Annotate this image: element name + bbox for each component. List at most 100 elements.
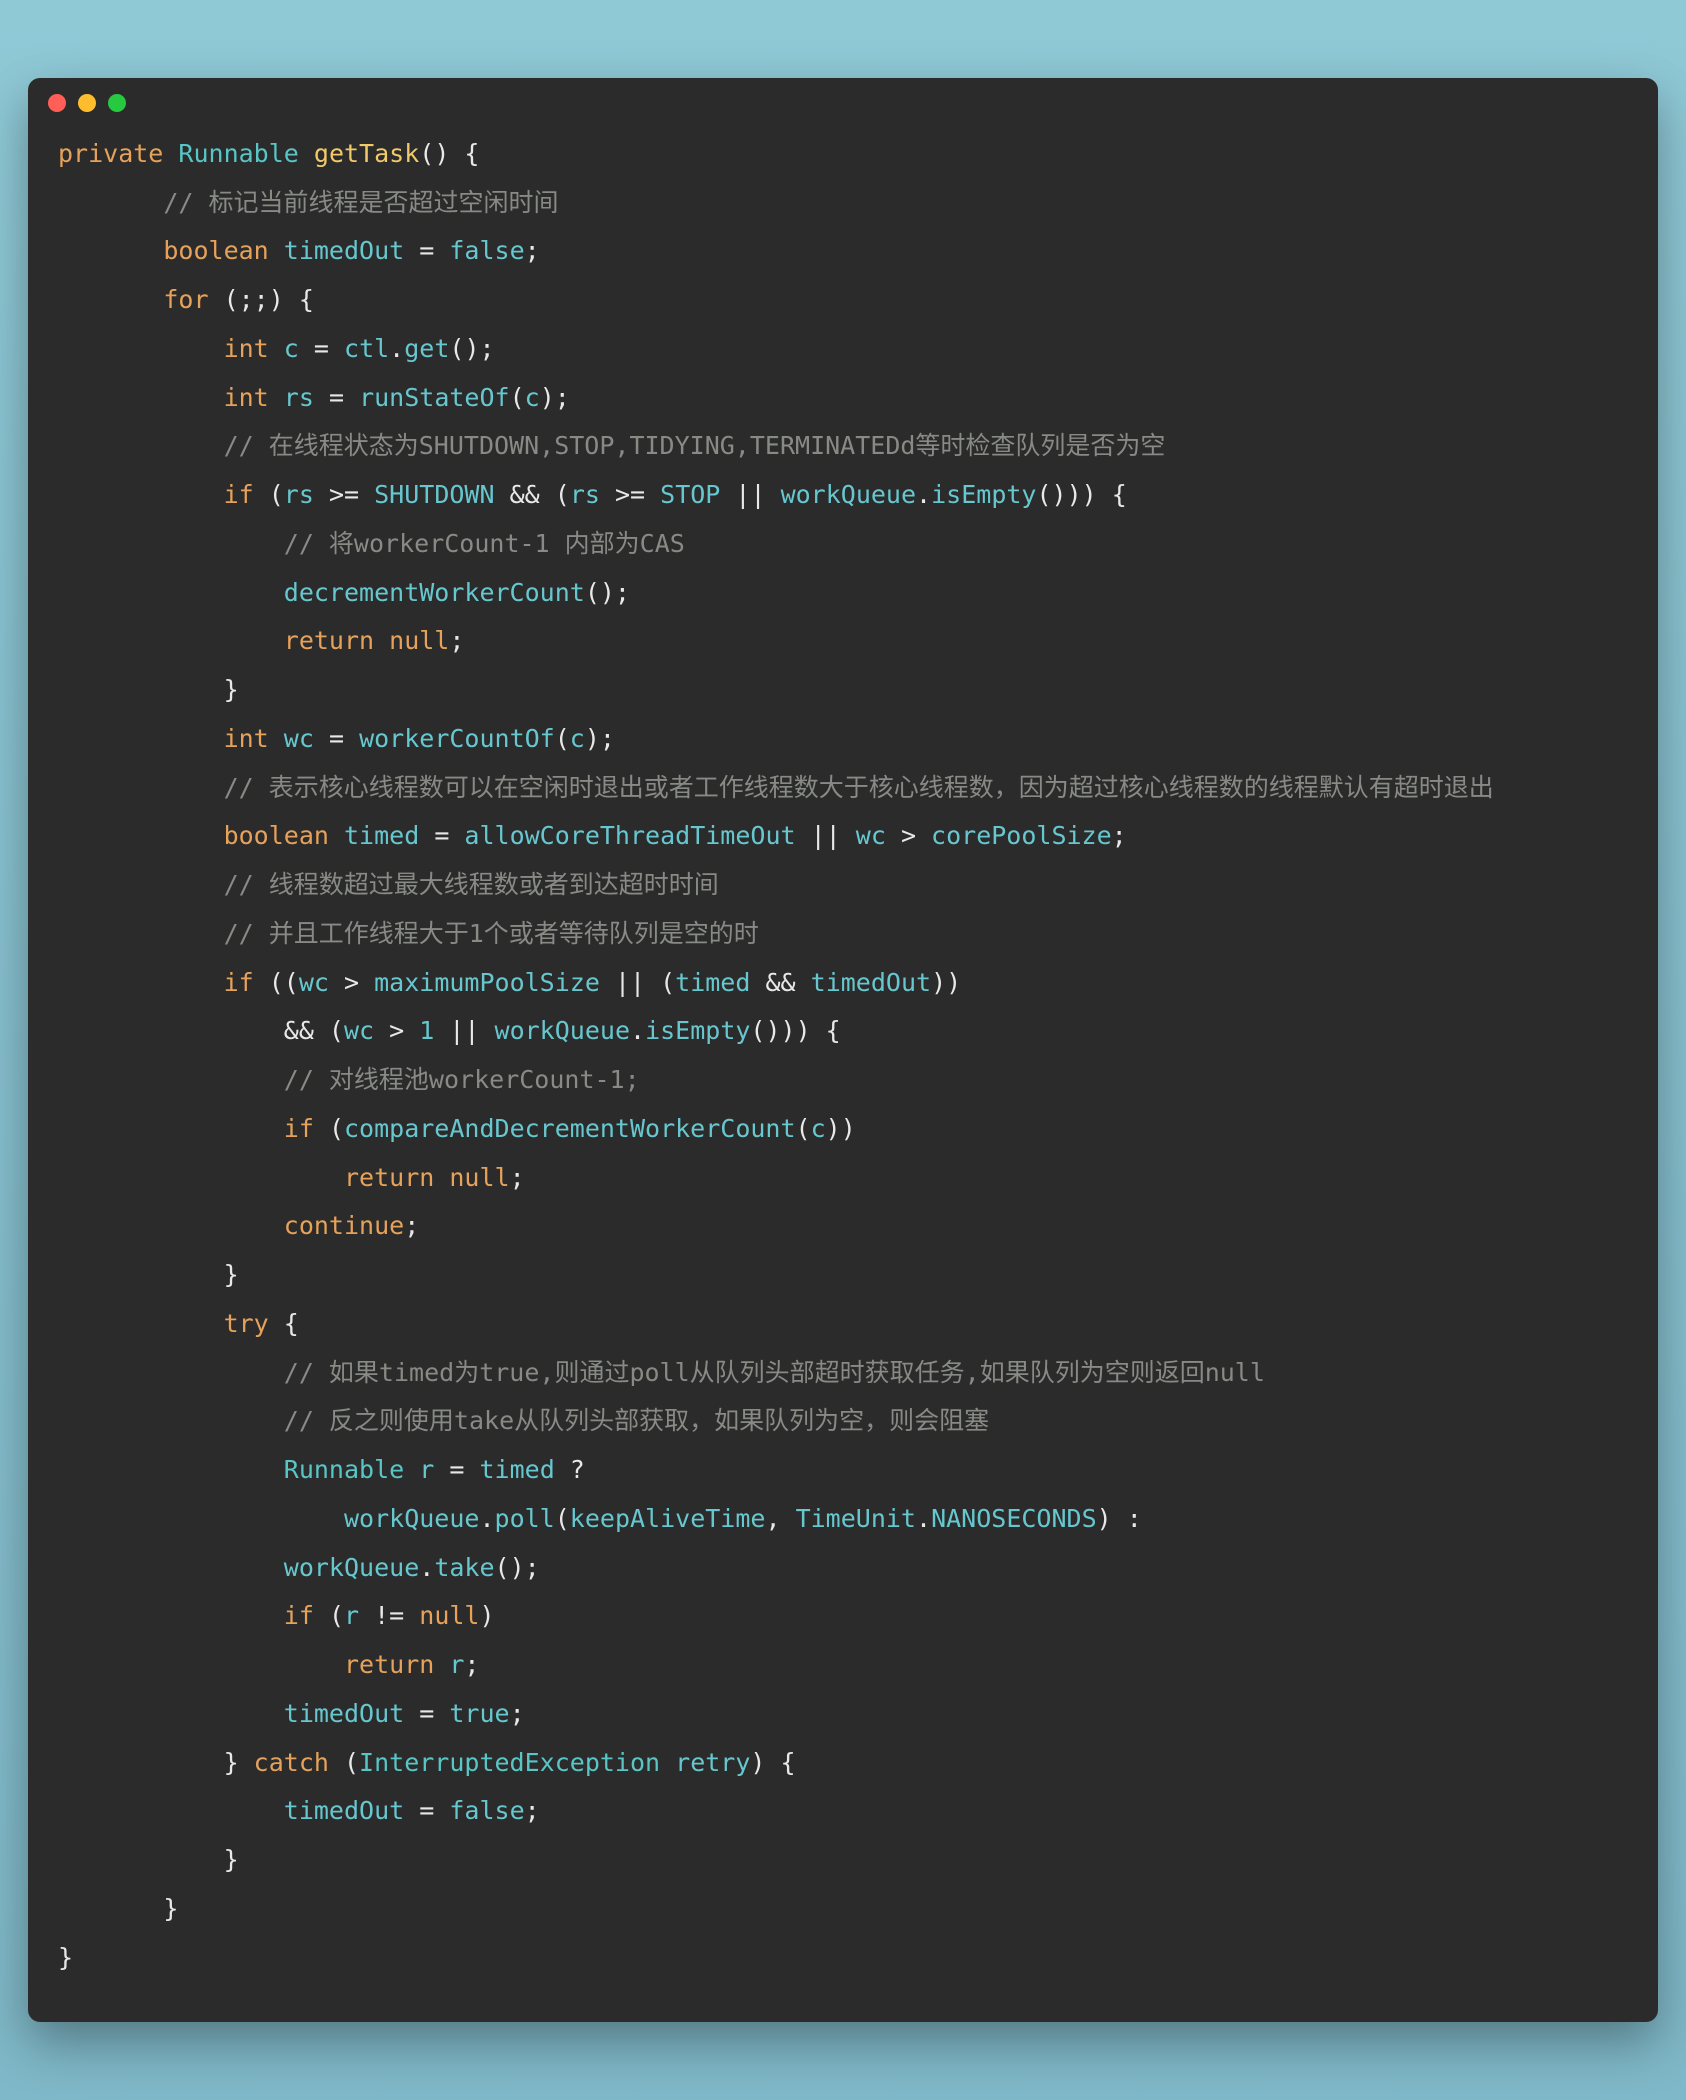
code-token: r: [419, 1455, 434, 1484]
code-token: )): [931, 968, 961, 997]
code-token: keepAliveTime: [570, 1504, 766, 1533]
code-token: (: [314, 1114, 344, 1143]
code-token: .: [916, 480, 931, 509]
code-token: wc: [299, 968, 329, 997]
code-token: =: [434, 1455, 479, 1484]
code-token: try: [224, 1309, 269, 1338]
code-token: null: [389, 626, 449, 655]
code-token: rs: [284, 480, 314, 509]
code-token: int: [224, 334, 269, 363]
code-token: [58, 285, 163, 314]
code-token: }: [58, 675, 239, 704]
code-token: wc: [856, 821, 886, 850]
code-token: corePoolSize: [931, 821, 1112, 850]
code-token: [58, 1211, 284, 1240]
minimize-icon[interactable]: [78, 94, 96, 112]
code-token: [58, 1309, 224, 1338]
code-token: [58, 1163, 344, 1192]
code-token: c: [284, 334, 299, 363]
code-token: [58, 236, 163, 265]
code-token: (;;) {: [209, 285, 314, 314]
code-token: InterruptedException: [359, 1748, 660, 1777]
code-token: continue: [284, 1211, 404, 1240]
code-token: [434, 1163, 449, 1192]
code-token: ();: [449, 334, 494, 363]
code-token: }: [58, 1894, 178, 1923]
code-token: >: [329, 968, 374, 997]
code-token: if: [224, 480, 254, 509]
code-token: ())) {: [750, 1016, 840, 1045]
close-icon[interactable]: [48, 94, 66, 112]
titlebar: [28, 78, 1658, 120]
code-token: [58, 919, 224, 948]
code-token: // 反之则使用take从队列头部获取，如果队列为空，则会阻塞: [284, 1406, 989, 1435]
code-token: && (: [58, 1016, 344, 1045]
code-token: [58, 1796, 284, 1825]
code-token: (: [314, 1601, 344, 1630]
code-token: boolean: [224, 821, 329, 850]
code-token: }: [58, 1943, 73, 1972]
code-token: [58, 1455, 284, 1484]
code-token: wc: [284, 724, 314, 753]
code-block: private Runnable getTask() { // 标记当前线程是否…: [28, 120, 1658, 2023]
code-token: if: [224, 968, 254, 997]
code-token: // 在线程状态为SHUTDOWN,STOP,TIDYING,TERMINATE…: [224, 431, 1166, 460]
code-token: timed: [675, 968, 750, 997]
code-token: [58, 188, 163, 217]
code-token: =: [299, 334, 344, 363]
code-token: ;: [525, 1796, 540, 1825]
code-token: STOP: [660, 480, 720, 509]
code-token: retry: [675, 1748, 750, 1777]
code-token: r: [449, 1650, 464, 1679]
code-token: [58, 1358, 284, 1387]
code-token: Runnable: [178, 139, 298, 168]
code-token: ();: [495, 1553, 540, 1582]
code-token: =: [419, 821, 464, 850]
code-token: &&: [750, 968, 810, 997]
code-token: [58, 529, 284, 558]
code-token: for: [163, 285, 208, 314]
code-token: [58, 1065, 284, 1094]
code-token: ): [480, 1601, 495, 1630]
code-token: ;: [404, 1211, 419, 1240]
code-token: timedOut: [284, 1699, 404, 1728]
code-token: TimeUnit: [796, 1504, 916, 1533]
code-token: take: [434, 1553, 494, 1582]
maximize-icon[interactable]: [108, 94, 126, 112]
code-token: [58, 1650, 344, 1679]
code-token: && (: [495, 480, 570, 509]
code-token: [58, 383, 224, 412]
code-token: .: [389, 334, 404, 363]
code-token: // 对线程池workerCount-1;: [284, 1065, 640, 1094]
code-token: // 线程数超过最大线程数或者到达超时时间: [224, 870, 719, 899]
code-token: c: [811, 1114, 826, 1143]
code-token: compareAndDecrementWorkerCount: [344, 1114, 796, 1143]
code-token: );: [540, 383, 570, 412]
code-token: [58, 1504, 344, 1533]
code-token: >=: [600, 480, 660, 509]
code-token: >=: [314, 480, 374, 509]
code-token: wc: [344, 1016, 374, 1045]
code-token: workQueue: [495, 1016, 630, 1045]
code-token: || (: [600, 968, 675, 997]
code-token: c: [570, 724, 585, 753]
code-token: ,: [765, 1504, 795, 1533]
code-token: !=: [359, 1601, 419, 1630]
code-token: [58, 431, 224, 460]
code-token: [58, 1601, 284, 1630]
code-window: private Runnable getTask() { // 标记当前线程是否…: [28, 78, 1658, 2023]
code-token: if: [284, 1114, 314, 1143]
code-token: ||: [434, 1016, 494, 1045]
code-token: ;: [464, 1650, 479, 1679]
code-token: [58, 1699, 284, 1728]
code-token: [404, 1455, 419, 1484]
code-token: =: [404, 1796, 449, 1825]
code-token: [58, 773, 224, 802]
code-token: // 标记当前线程是否超过空闲时间: [163, 188, 558, 217]
code-token: true: [449, 1699, 509, 1728]
code-token: [58, 821, 224, 850]
code-token: timed: [344, 821, 419, 850]
code-token: false: [449, 1796, 524, 1825]
code-token: [434, 1650, 449, 1679]
code-token: =: [314, 724, 359, 753]
